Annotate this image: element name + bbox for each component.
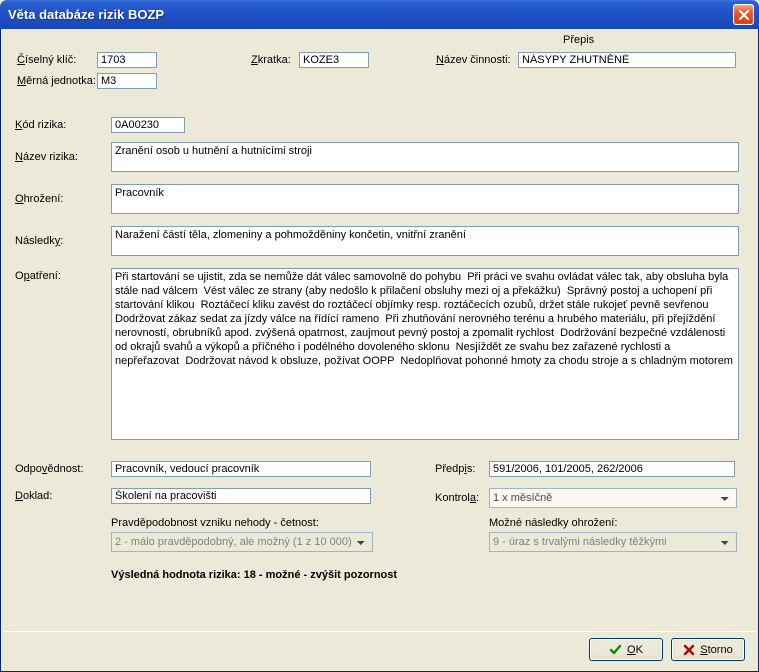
kod-rizika-label: Kód rizika: <box>15 119 111 131</box>
kontrola-select[interactable]: 1 x měsíčně <box>489 488 737 508</box>
odpovednost-label: Odpovědnost: <box>15 463 111 475</box>
cancel-icon <box>683 644 695 656</box>
ohrozeni-input[interactable]: Pracovník <box>111 184 739 214</box>
storno-button[interactable]: Storno <box>671 638 745 661</box>
opatreni-label: Opatření: <box>15 268 111 282</box>
mozne-nasledky-select[interactable]: 9 - úraz s trvalými následky těžkými <box>489 532 737 552</box>
vysledna-hodnota-label: Výsledná hodnota rizika: 18 - možné - zv… <box>111 569 397 581</box>
pravdepodobnost-select[interactable]: 2 - málo pravděpodobný, ale možný (1 z 1… <box>111 532 373 552</box>
nazev-cinnosti-input[interactable] <box>518 52 736 68</box>
nazev-cinnosti-label: Název činnosti: <box>436 54 518 66</box>
doklad-label: Doklad: <box>15 490 111 502</box>
nasledky-label: Následky: <box>15 235 111 247</box>
client-area: Přepis Číselný klíč: Zkratka: Název činn… <box>0 29 759 672</box>
titlebar: Věta databáze rizik BOZP <box>0 0 759 29</box>
predpis-input[interactable] <box>489 461 735 477</box>
merna-jednotka-input[interactable] <box>97 73 157 89</box>
mode-label: Přepis <box>563 34 594 46</box>
window-title: Věta databáze rizik BOZP <box>8 7 164 22</box>
zkratka-input[interactable] <box>299 52 369 68</box>
ciselny-klic-input[interactable] <box>97 52 157 68</box>
nazev-rizika-label: Název rizika: <box>15 151 111 163</box>
ok-button[interactable]: OK <box>589 638 663 661</box>
ohrozeni-label: Ohrožení: <box>15 193 111 205</box>
zkratka-label: Zkratka: <box>251 54 299 66</box>
doklad-input[interactable] <box>111 488 371 504</box>
kontrola-label: Kontrola: <box>435 492 489 504</box>
pravdepodobnost-label: Pravděpodobnost vzniku nehody - četnost: <box>111 517 319 529</box>
nazev-rizika-input[interactable]: Zranění osob u hutnění a hutnícími stroj… <box>111 142 739 172</box>
close-button[interactable] <box>733 4 754 25</box>
nasledky-input[interactable]: Naražení částí těla, zlomeniny a pohmožd… <box>111 226 739 256</box>
check-icon <box>609 643 622 656</box>
mozne-nasledky-label: Možné následky ohrožení: <box>489 517 617 529</box>
merna-jednotka-label: Měrná jednotka: <box>17 75 97 87</box>
kod-rizika-input[interactable] <box>111 117 185 133</box>
opatreni-input[interactable]: Při startování se ujistit, zda se nemůže… <box>111 268 739 440</box>
ciselny-klic-label: Číselný klíč: <box>17 54 97 66</box>
predpis-label: Předpis: <box>435 463 489 475</box>
close-icon <box>739 10 749 20</box>
odpovednost-input[interactable] <box>111 461 371 477</box>
button-bar: OK Storno <box>4 631 755 667</box>
